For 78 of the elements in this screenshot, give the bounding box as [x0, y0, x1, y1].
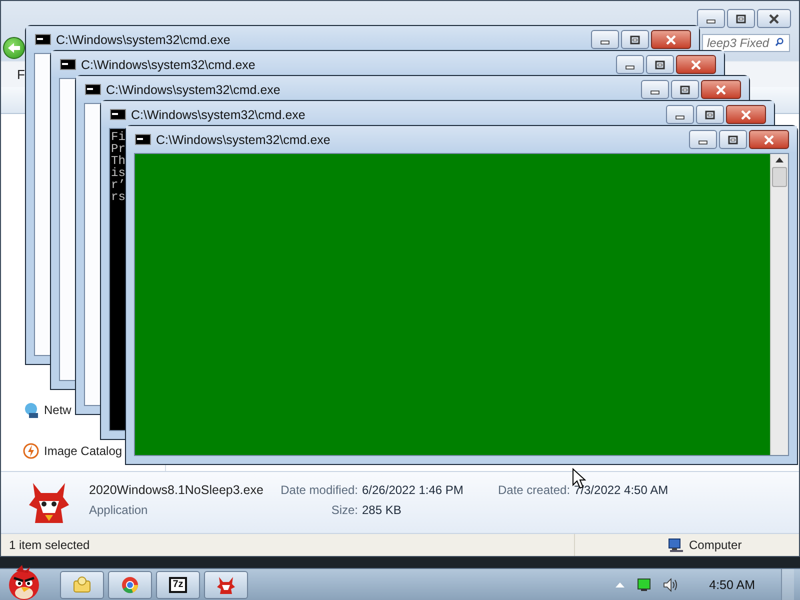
taskbar-button[interactable]: [108, 570, 152, 598]
close-icon: [763, 134, 775, 144]
up-arrow-icon: [775, 157, 784, 163]
console-icon: [85, 84, 101, 95]
app-logo: 7z: [168, 576, 188, 592]
maximize-button[interactable]: [696, 105, 724, 124]
taskbar-button[interactable]: 7z: [156, 570, 200, 598]
minimize-button[interactable]: [591, 30, 619, 49]
file-name: 2020Windows8.1NoSleep3.exe: [89, 482, 264, 499]
taskbar-button[interactable]: [60, 570, 104, 598]
sidebar-item[interactable]: Image Catalog: [44, 444, 122, 458]
scroll-bar[interactable]: [770, 154, 788, 455]
console-line: Pr: [111, 143, 126, 155]
field-label: Date created:: [498, 482, 570, 498]
catalog-icon: [23, 442, 39, 460]
close-icon: [665, 34, 677, 44]
field-value: 7/3/2022 4:50 AM: [574, 482, 670, 498]
sidebar-item[interactable]: Netw: [44, 403, 72, 417]
close-button[interactable]: [701, 80, 741, 99]
maximize-button[interactable]: [671, 80, 699, 99]
console-line: Fi: [111, 131, 126, 143]
maximize-icon: [727, 134, 739, 144]
window-title: C:\Windows\system32\cmd.exe: [156, 132, 332, 146]
status-text: 1 item selected: [9, 538, 91, 552]
close-icon: [768, 14, 780, 24]
computer-icon: [668, 537, 684, 553]
maximize-icon: [704, 110, 716, 120]
console-icon: [135, 134, 151, 145]
monitor-icon[interactable]: [637, 578, 652, 592]
console-icon: [35, 34, 51, 45]
console-icon: [60, 59, 76, 70]
minimize-button[interactable]: [689, 130, 717, 149]
console-line: is: [111, 167, 126, 179]
maximize-icon: [679, 84, 691, 94]
window-title: C:\Windows\system32\cmd.exe: [56, 32, 232, 46]
network-icon: [23, 402, 39, 418]
minimize-button[interactable]: [616, 55, 644, 74]
maximize-icon: [735, 14, 747, 24]
close-button[interactable]: [676, 55, 716, 74]
maximize-button[interactable]: [621, 30, 649, 49]
left-arrow-icon: [7, 42, 21, 54]
minimize-button[interactable]: [666, 105, 694, 124]
file-type: Application: [89, 502, 149, 518]
console-line: rs: [111, 191, 126, 203]
zone-label: Computer: [689, 538, 742, 552]
window-title: C:\Windows\system32\cmd.exe: [131, 108, 306, 122]
folder-icon: [72, 574, 92, 594]
close-icon: [690, 60, 702, 70]
minimize-button[interactable]: [641, 80, 669, 99]
maximize-icon: [654, 60, 666, 70]
menu-item[interactable]: F: [13, 65, 29, 84]
console-line: r’: [111, 179, 126, 191]
field-label: Size:: [330, 502, 358, 518]
close-button[interactable]: [749, 130, 789, 149]
speaker-icon[interactable]: [663, 578, 680, 592]
chrome-icon: [120, 574, 140, 594]
close-icon: [740, 110, 752, 120]
clock[interactable]: 4:50 AM: [709, 578, 755, 592]
devil-icon: [216, 574, 236, 594]
close-button[interactable]: [726, 105, 766, 124]
window-title: C:\Windows\system32\cmd.exe: [81, 58, 256, 72]
maximize-icon: [629, 34, 641, 44]
field-value: 6/26/2022 1:46 PM: [362, 482, 464, 498]
console-icon: [110, 109, 126, 120]
field-label: Date modified:: [280, 482, 358, 498]
back-button[interactable]: [3, 36, 25, 58]
window-title: C:\Windows\system32\cmd.exe: [106, 82, 282, 96]
close-icon: [715, 84, 727, 94]
maximize-button[interactable]: [727, 9, 755, 28]
maximize-button[interactable]: [646, 55, 674, 74]
field-value: 285 KB: [362, 502, 402, 518]
minimize-button[interactable]: [697, 9, 725, 28]
scroll-thumb[interactable]: [772, 167, 787, 187]
close-button[interactable]: [651, 30, 691, 49]
console-line: Th: [111, 155, 126, 167]
maximize-button[interactable]: [719, 130, 747, 149]
close-button[interactable]: [757, 9, 791, 28]
taskbar-button[interactable]: [204, 570, 248, 598]
